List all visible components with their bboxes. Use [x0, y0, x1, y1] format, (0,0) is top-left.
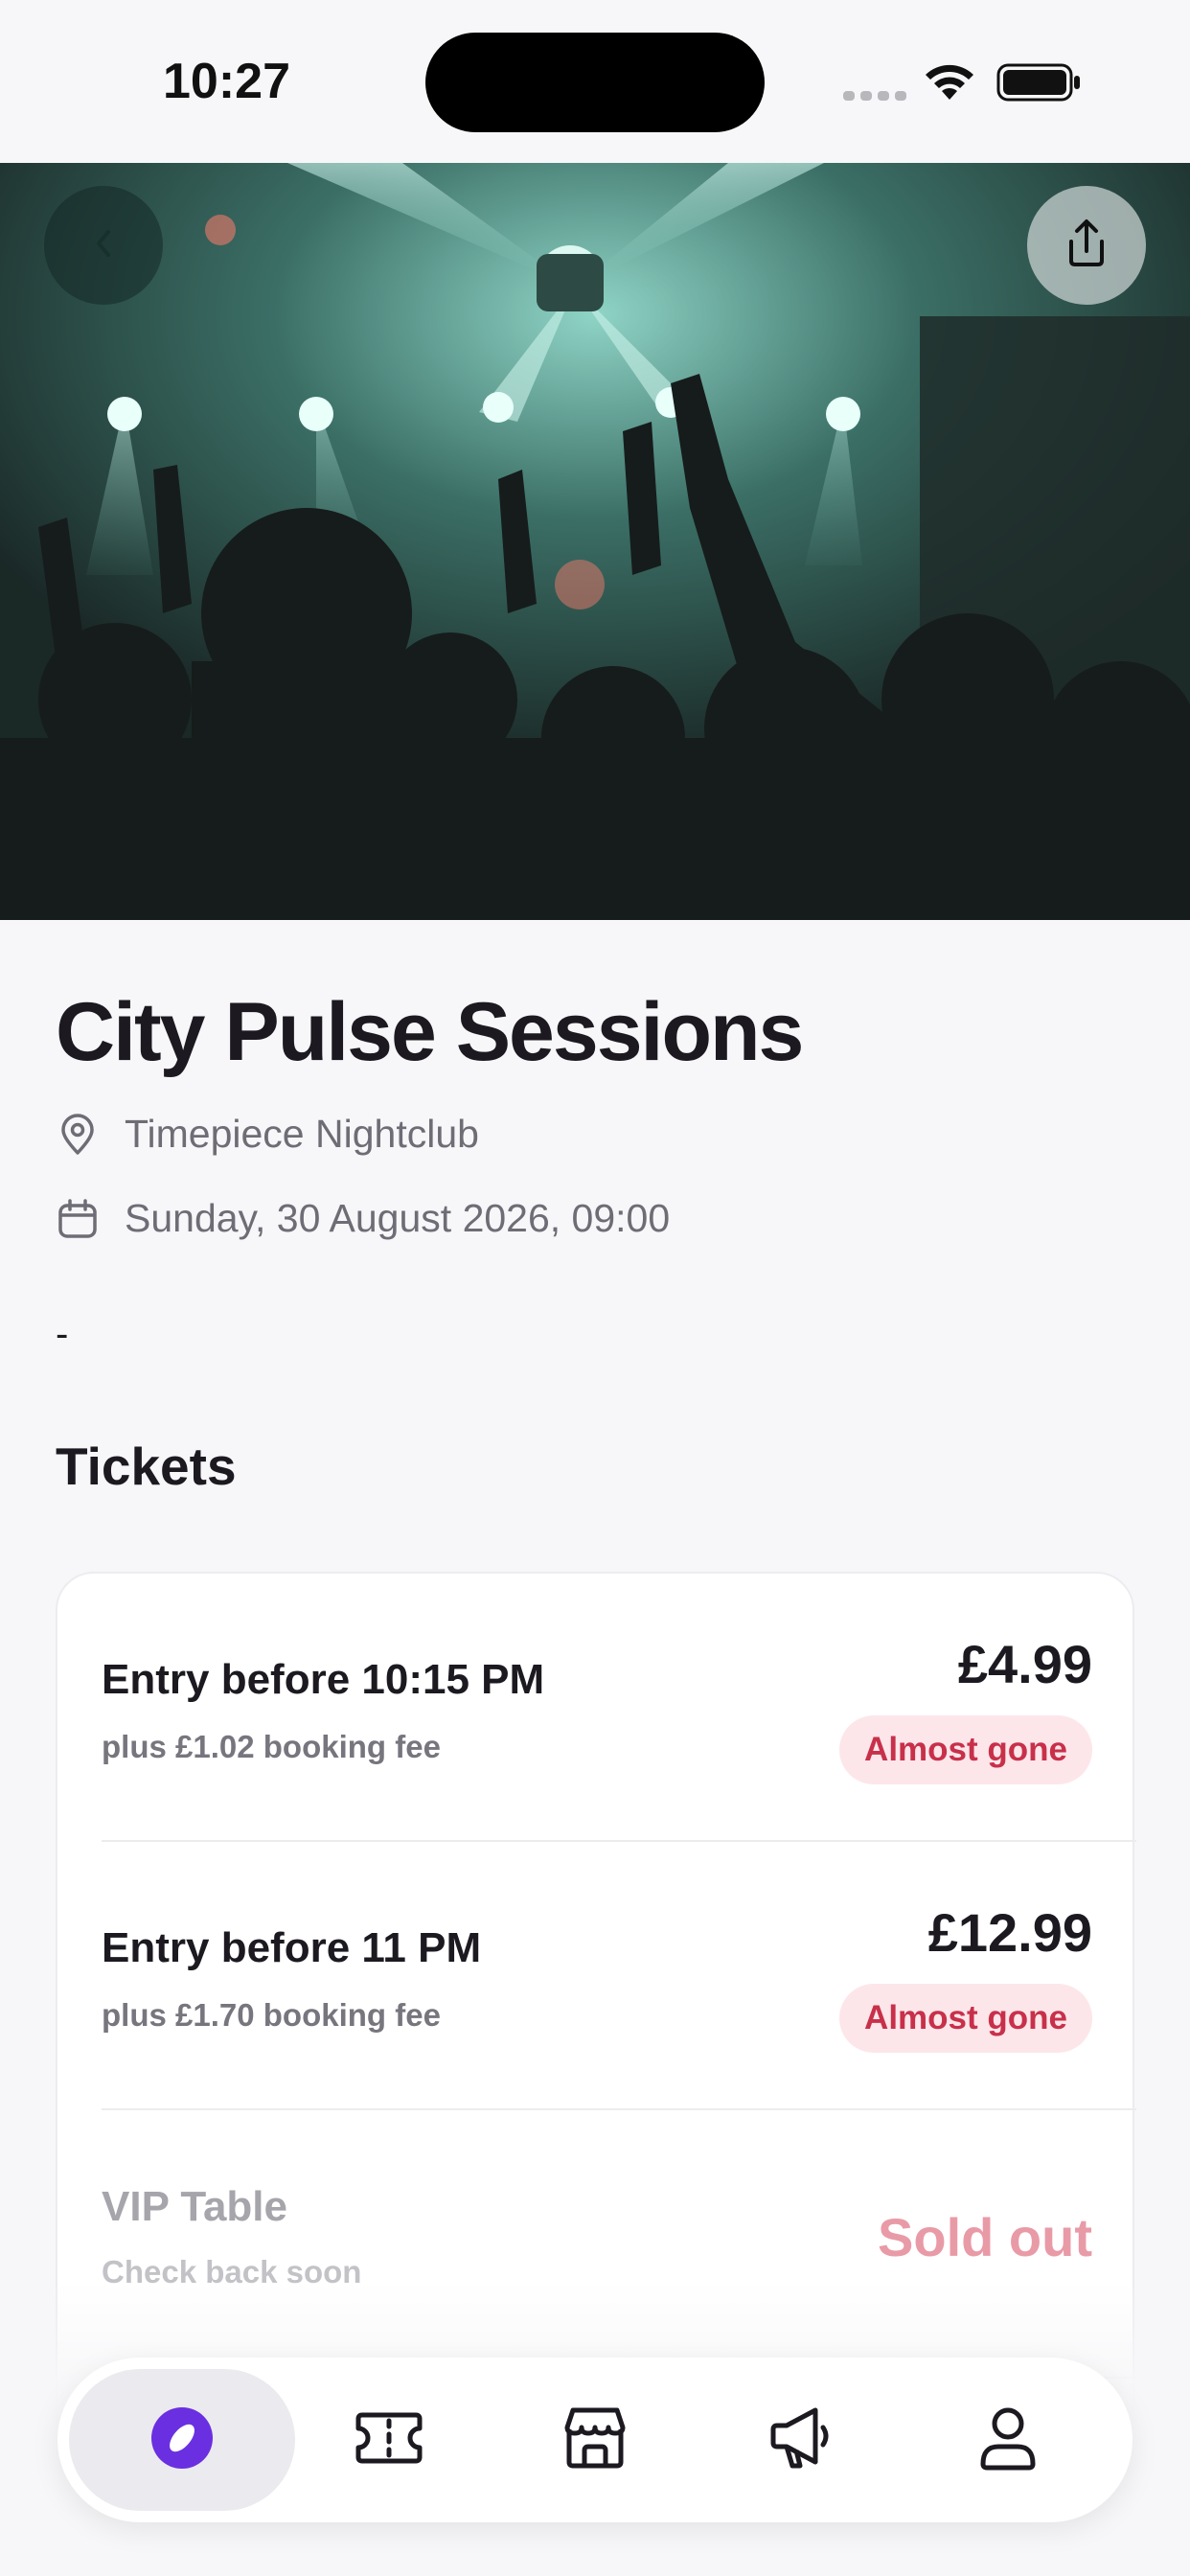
event-title: City Pulse Sessions — [56, 986, 804, 1078]
cellular-signal-icon — [843, 88, 912, 105]
ticket-icon — [355, 2407, 423, 2473]
event-hero-image — [0, 163, 1190, 920]
tab-store[interactable] — [482, 2369, 708, 2511]
status-bar: 10:27 — [0, 0, 1190, 163]
date-row: Sunday, 30 August 2026, 09:00 — [56, 1196, 670, 1241]
ticket-price: £4.99 — [957, 1634, 1092, 1694]
calendar-icon — [56, 1197, 100, 1241]
ticket-fee: plus £1.02 booking fee — [102, 1729, 441, 1764]
sold-out-label: Sold out — [878, 2207, 1092, 2267]
store-icon — [561, 2404, 629, 2476]
tab-tickets[interactable] — [276, 2369, 502, 2511]
tab-discover[interactable] — [69, 2369, 295, 2511]
availability-badge: Almost gone — [839, 1984, 1092, 2053]
back-button[interactable] — [44, 186, 163, 305]
bottom-tab-bar — [57, 2358, 1133, 2522]
ticket-price: £12.99 — [927, 1902, 1092, 1963]
wifi-icon — [922, 61, 977, 106]
chevron-left-icon — [89, 224, 118, 267]
share-icon — [1058, 215, 1115, 277]
ticket-name: Entry before 11 PM — [102, 1924, 482, 1971]
availability-badge: Almost gone — [839, 1715, 1092, 1784]
event-datetime: Sunday, 30 August 2026, 09:00 — [125, 1196, 671, 1240]
ticket-option[interactable]: Entry before 11 PM plus £1.70 booking fe… — [57, 1842, 1136, 2110]
venue-row[interactable]: Timepiece Nightclub — [56, 1112, 479, 1157]
venue-name: Timepiece Nightclub — [125, 1112, 479, 1156]
discover-icon — [149, 2404, 216, 2476]
map-pin-icon — [56, 1113, 100, 1157]
dynamic-island — [425, 33, 765, 132]
ticket-name: Entry before 10:15 PM — [102, 1656, 545, 1703]
ticket-name: VIP Table — [102, 2183, 288, 2230]
ticket-option[interactable]: Entry before 10:15 PM plus £1.02 booking… — [57, 1574, 1136, 1842]
status-time: 10:27 — [163, 54, 290, 109]
profile-icon — [977, 2404, 1039, 2476]
event-description: - — [56, 1313, 69, 1355]
megaphone-icon — [767, 2404, 835, 2476]
tickets-heading: Tickets — [56, 1437, 237, 1496]
tab-profile[interactable] — [895, 2369, 1121, 2511]
battery-icon — [996, 63, 1083, 106]
share-button[interactable] — [1027, 186, 1146, 305]
tab-promote[interactable] — [688, 2369, 914, 2511]
ticket-fee: plus £1.70 booking fee — [102, 1997, 441, 2033]
